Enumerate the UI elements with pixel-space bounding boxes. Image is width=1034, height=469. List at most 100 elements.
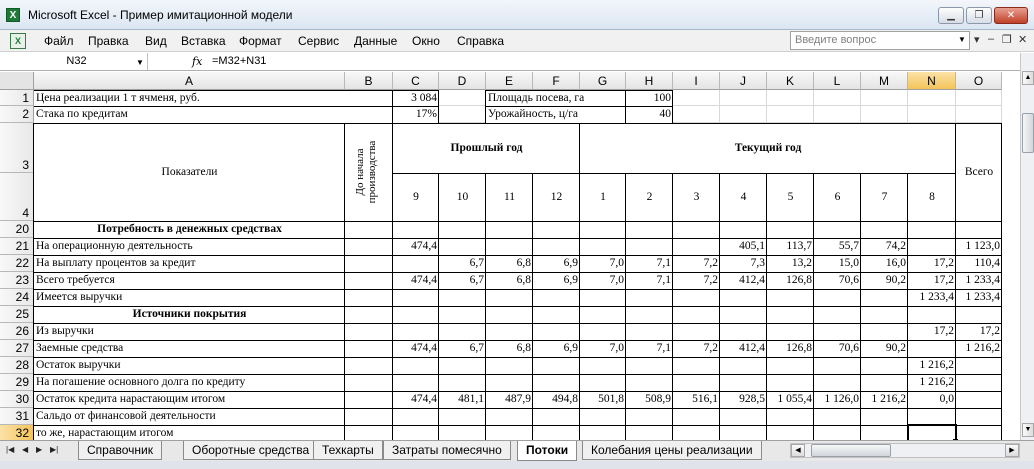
active-cell-N32[interactable]: [907, 424, 957, 440]
column-header-A[interactable]: A: [34, 72, 345, 90]
vertical-scrollbar[interactable]: ▲ ▼: [1020, 53, 1034, 440]
data-cell: [861, 408, 908, 425]
column-header-F[interactable]: F: [533, 72, 580, 90]
ask-question-input[interactable]: Введите вопрос: [790, 31, 970, 50]
scroll-thumb[interactable]: [1022, 113, 1034, 153]
data-cell: [345, 289, 393, 306]
row-header-3[interactable]: 3: [0, 123, 34, 173]
border: [813, 173, 814, 440]
menu-2[interactable]: Правка: [88, 34, 129, 48]
menu-4[interactable]: Вставка: [181, 34, 226, 48]
menu-7[interactable]: Данные: [354, 34, 397, 48]
row-header-29[interactable]: 29: [0, 374, 34, 391]
data-cell: [861, 289, 908, 306]
hscroll-thumb[interactable]: [811, 444, 891, 457]
row-header-23[interactable]: 23: [0, 272, 34, 289]
row-header-27[interactable]: 27: [0, 340, 34, 357]
maximize-button[interactable]: ❐: [966, 7, 992, 24]
workbook-icon[interactable]: X: [10, 33, 26, 49]
doc-restore-button[interactable]: ❐: [1002, 33, 1012, 46]
prev-sheet-icon[interactable]: ◀: [22, 445, 28, 454]
sheet-tab-1[interactable]: Справочник: [78, 441, 162, 460]
row-header-31[interactable]: 31: [0, 408, 34, 425]
row-header-21[interactable]: 21: [0, 238, 34, 255]
row-label: Сальдо от финансовой деятельности: [34, 408, 345, 425]
doc-close-button[interactable]: ✕: [1018, 33, 1027, 46]
row-label: Источники покрытия: [34, 306, 345, 323]
minimize-button[interactable]: ▁: [938, 7, 964, 24]
row-header-24[interactable]: 24: [0, 289, 34, 306]
select-all-corner[interactable]: [0, 72, 34, 90]
sheet-tab-3[interactable]: Техкарты: [313, 441, 383, 460]
column-header-C[interactable]: C: [393, 72, 439, 90]
data-cell: [626, 425, 673, 440]
column-header-G[interactable]: G: [580, 72, 626, 90]
column-header-N[interactable]: N: [908, 72, 956, 90]
row-header-22[interactable]: 22: [0, 255, 34, 272]
scroll-up-icon[interactable]: ▲: [1022, 71, 1034, 85]
column-header-E[interactable]: E: [486, 72, 533, 90]
data-cell: [861, 374, 908, 391]
column-header-K[interactable]: K: [767, 72, 814, 90]
row-label: На погашение основного долга по кредиту: [34, 374, 345, 391]
horizontal-scrollbar[interactable]: ◀ ▶: [790, 443, 1020, 458]
next-sheet-icon[interactable]: ▶: [36, 445, 42, 454]
worksheet-grid[interactable]: A B C D E F G H I J K L M N O 1 2 3 4 20 21 22 23 24 25 26 27 28 29 3…: [0, 72, 1020, 440]
name-box[interactable]: N32: [6, 53, 148, 70]
data-cell: [533, 374, 580, 391]
doc-minimize-button[interactable]: –: [988, 33, 994, 45]
scroll-left-icon[interactable]: ◀: [791, 444, 805, 457]
menu-9[interactable]: Справка: [457, 34, 504, 48]
row-header-2[interactable]: 2: [0, 106, 34, 123]
data-cell: [486, 238, 533, 255]
sheet-tab-6[interactable]: Колебания цены реализации: [582, 441, 762, 460]
data-cell: 1 233,4: [908, 289, 956, 306]
data-cell: [908, 408, 956, 425]
close-button[interactable]: ✕: [994, 7, 1028, 24]
row-header-28[interactable]: 28: [0, 357, 34, 374]
column-header-M[interactable]: M: [861, 72, 908, 90]
border: [34, 425, 1002, 426]
column-header-B[interactable]: B: [345, 72, 393, 90]
data-cell: [439, 238, 486, 255]
row-header-30[interactable]: 30: [0, 391, 34, 408]
column-header-H[interactable]: H: [626, 72, 673, 90]
border: [33, 123, 34, 440]
scroll-down-icon[interactable]: ▼: [1022, 423, 1034, 437]
doc-minimize-icon[interactable]: ▾: [974, 33, 980, 46]
column-header-O[interactable]: O: [956, 72, 1002, 90]
row-header-32[interactable]: 32: [0, 425, 34, 440]
row-header-4[interactable]: 4: [0, 173, 34, 221]
column-header-I[interactable]: I: [673, 72, 720, 90]
sheet-tab-2[interactable]: Оборотные средства: [183, 441, 319, 460]
formula-input[interactable]: =M32+N31: [212, 55, 266, 67]
chevron-down-icon[interactable]: ▼: [958, 35, 966, 44]
menu-1[interactable]: Файл: [44, 34, 74, 48]
row-header-1[interactable]: 1: [0, 90, 34, 106]
data-cell: [956, 408, 1002, 425]
chevron-down-icon[interactable]: ▼: [136, 58, 144, 67]
menu-6[interactable]: Сервис: [298, 34, 339, 48]
data-cell: [345, 357, 393, 374]
last-sheet-icon[interactable]: ▶|: [50, 445, 58, 454]
data-cell: 70,6: [814, 272, 861, 289]
scroll-right-icon[interactable]: ▶: [1005, 444, 1019, 457]
column-header-D[interactable]: D: [439, 72, 486, 90]
column-header-L[interactable]: L: [814, 72, 861, 90]
border: [34, 340, 1002, 341]
menu-3[interactable]: Вид: [145, 34, 167, 48]
first-sheet-icon[interactable]: |◀: [6, 445, 14, 454]
data-cell: [814, 408, 861, 425]
row-header-20[interactable]: 20: [0, 221, 34, 238]
menu-5[interactable]: Формат: [239, 34, 282, 48]
row-header-26[interactable]: 26: [0, 323, 34, 340]
row-header-25[interactable]: 25: [0, 306, 34, 323]
month-header: 12: [533, 173, 580, 221]
menu-8[interactable]: Окно: [412, 34, 440, 48]
sheet-tab-5[interactable]: Потоки: [517, 441, 578, 461]
column-header-J[interactable]: J: [720, 72, 767, 90]
data-cell: [673, 289, 720, 306]
data-cell: [486, 408, 533, 425]
insert-function-icon[interactable]: fx: [192, 55, 202, 68]
sheet-tab-4[interactable]: Затраты помесячно: [383, 441, 511, 460]
